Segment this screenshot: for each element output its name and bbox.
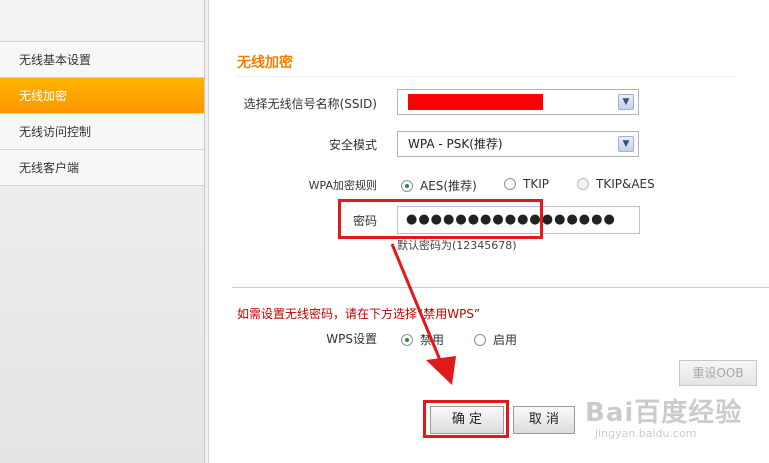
radio-wps-disable-label: 禁用 xyxy=(420,333,445,347)
radio-wps-enable-label: 启用 xyxy=(493,333,518,347)
section-divider xyxy=(232,287,769,288)
password-hint: 默认密码为(12345678) xyxy=(397,239,517,252)
wps-note: 如需设置无线密码，请在下方选择“禁用WPS” xyxy=(237,307,481,321)
radio-tkip-label: TKIP xyxy=(523,177,549,191)
annotation-box-password xyxy=(338,199,543,239)
radio-aes-button[interactable] xyxy=(401,179,413,192)
redacted-ssid xyxy=(408,94,543,110)
sidebar-item-wireless-clients[interactable]: 无线客户端 xyxy=(0,150,204,186)
radio-aes-label: AES(推荐) xyxy=(420,179,477,193)
security-mode-label: 安全模式 xyxy=(328,138,377,152)
reset-oob-button[interactable]: 重设OOB xyxy=(679,360,757,386)
title-divider xyxy=(237,76,737,77)
sidebar-divider xyxy=(205,0,209,463)
radio-tkip[interactable]: TKIP xyxy=(504,177,549,191)
chevron-down-icon[interactable]: ▼ xyxy=(618,136,634,152)
radio-wps-disable-button[interactable] xyxy=(401,333,413,346)
ssid-label: 选择无线信号名称(SSID) xyxy=(243,97,377,111)
annotation-box-confirm xyxy=(423,400,509,438)
sidebar: 无线基本设置 无线加密 无线访问控制 无线客户端 xyxy=(0,0,205,463)
wpa-rule-label: WPA加密规则 xyxy=(308,179,377,192)
chevron-down-icon[interactable]: ▼ xyxy=(618,94,634,110)
sidebar-item-wireless-security[interactable]: 无线加密 xyxy=(0,78,204,114)
radio-aes[interactable]: AES(推荐) xyxy=(401,177,477,194)
page-title: 无线加密 xyxy=(237,55,293,71)
sidebar-header xyxy=(0,0,204,42)
radio-wps-disable[interactable]: 禁用 xyxy=(401,331,444,348)
radio-wps-enable-button[interactable] xyxy=(474,333,486,346)
sidebar-item-wireless-basic[interactable]: 无线基本设置 xyxy=(0,42,204,78)
sidebar-item-access-control[interactable]: 无线访问控制 xyxy=(0,114,204,150)
security-mode-select[interactable]: WPA - PSK(推荐) ▼ xyxy=(397,131,639,157)
radio-wps-enable[interactable]: 启用 xyxy=(474,331,517,348)
radio-tkip-aes[interactable]: TKIP&AES xyxy=(577,177,655,191)
radio-tkip-aes-label: TKIP&AES xyxy=(596,177,655,191)
ssid-select[interactable]: ▼ xyxy=(397,89,639,115)
cancel-button[interactable]: 取 消 xyxy=(513,406,575,434)
watermark-logo-text: Bai百度经验 xyxy=(585,398,743,428)
radio-tkip-button[interactable] xyxy=(504,178,516,190)
wps-label: WPS设置 xyxy=(326,332,377,346)
security-mode-value: WPA - PSK(推荐) xyxy=(408,137,503,151)
baidu-watermark: Bai百度经验 jingyan.baidu.com xyxy=(585,392,742,440)
radio-tkip-aes-button[interactable] xyxy=(577,178,589,190)
